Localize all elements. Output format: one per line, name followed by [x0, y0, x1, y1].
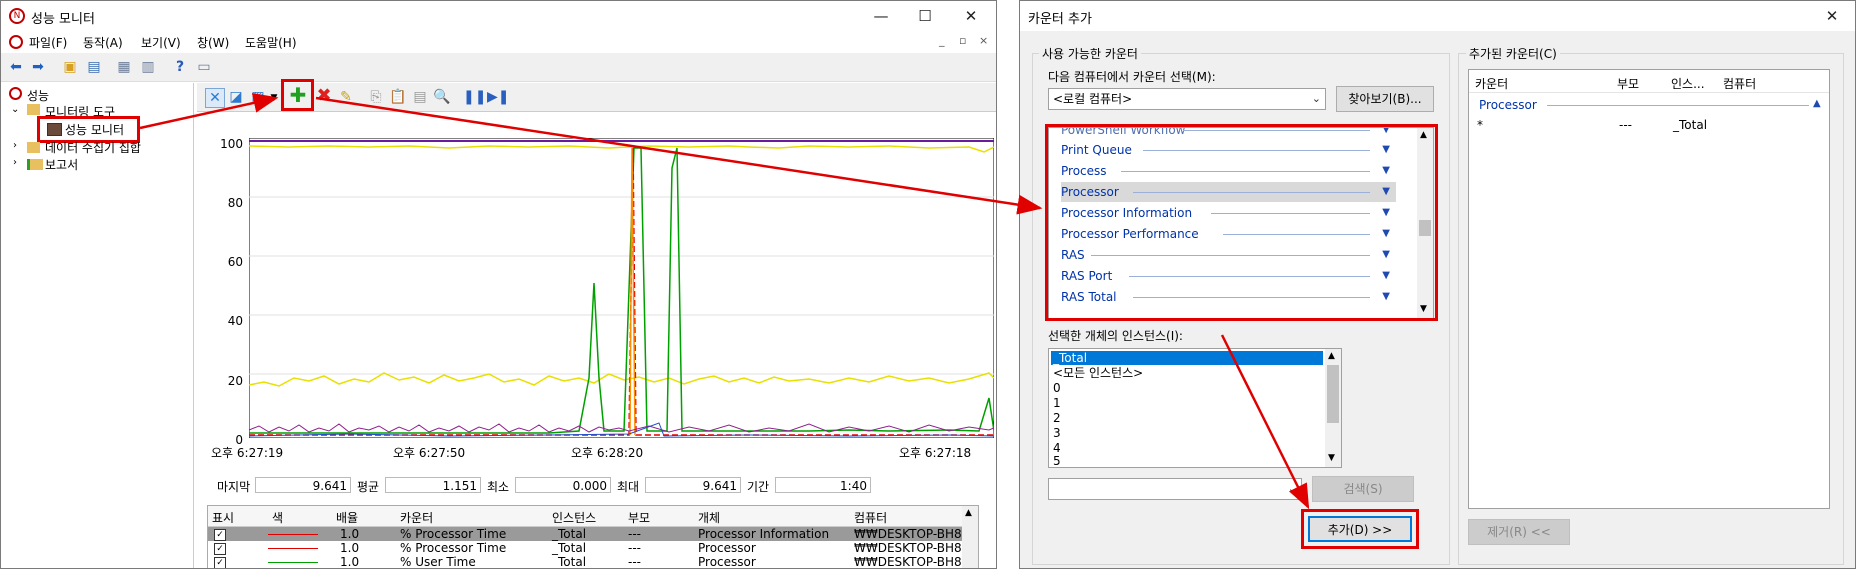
annotation-arrows: [139, 93, 1310, 510]
arrow-instances-to-add-button: [1220, 334, 1310, 510]
arrow-add-to-counter-list: [315, 96, 1043, 215]
arrow-tree-to-add: [139, 93, 279, 130]
